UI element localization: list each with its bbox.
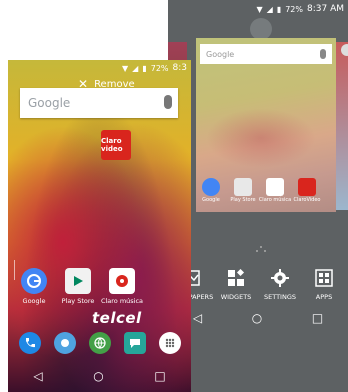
mini-app-label: Google (202, 197, 220, 203)
page-dots (256, 246, 266, 254)
battery-icon: ▮ (142, 63, 147, 73)
signal-icon: ◢ (132, 63, 139, 73)
battery-icon: ▮ (276, 4, 282, 14)
battery-percent: 72% (150, 63, 169, 73)
google-icon (21, 268, 47, 294)
home-button[interactable]: ○ (93, 369, 103, 383)
app-google[interactable]: Google (12, 268, 56, 305)
app-label: Play Store (61, 297, 95, 305)
google-logo: Google (28, 96, 71, 110)
settings-label: SETTINGS (263, 293, 296, 301)
nav-bar: ◁ ○ □ (8, 365, 191, 387)
clock: 8:37 AM (307, 4, 344, 14)
apps-label: APPS (315, 293, 333, 301)
play-store-icon (234, 178, 252, 196)
claro-musica-icon (109, 268, 135, 294)
mini-app-label: Claro música (258, 197, 292, 203)
widgets-label: WIDGETS (220, 293, 252, 301)
play-store-icon (65, 268, 91, 294)
mic-icon[interactable] (320, 49, 326, 59)
widgets-button[interactable]: WIDGETS (216, 268, 256, 310)
wallpaper-swirl (206, 108, 316, 168)
wifi-icon: ▼ (122, 63, 129, 73)
mini-app-row: Google Play Store Claro música ClaroVide… (168, 178, 348, 208)
back-button[interactable]: ◁ (33, 369, 42, 383)
telcel-logo: telcel (92, 309, 142, 327)
home-page-indicator[interactable] (250, 18, 272, 40)
widgets-icon (226, 268, 246, 288)
mini-app-claro-video[interactable]: ClaroVideo (293, 178, 321, 203)
globe-icon[interactable] (88, 332, 111, 354)
apps-button[interactable]: APPS (304, 268, 344, 310)
search-widget[interactable]: Google (200, 44, 332, 64)
recents-button[interactable]: □ (154, 369, 165, 383)
mic-icon[interactable] (164, 95, 172, 109)
status-bar: ▼ ◢ ▮ 72% 8:37 AM (168, 0, 348, 18)
mini-app-claro-musica[interactable]: Claro música (259, 178, 291, 203)
back-screen: ▼ ◢ ▮ 72% 8:37 AM Google Google Play Sto… (168, 0, 348, 392)
clock: 8:3 (172, 63, 187, 73)
app-play-store[interactable]: Play Store (56, 268, 100, 305)
dock (8, 330, 191, 356)
status-bar: ▼ ◢ ▮ 72% 8:3 (8, 60, 191, 76)
wifi-icon: ▼ (256, 4, 263, 14)
claro-video-label: Claro video (101, 137, 123, 153)
app-claro-musica[interactable]: Claro música (100, 268, 144, 305)
signal-icon: ◢ (266, 4, 273, 14)
claro-video-icon (298, 178, 316, 196)
mini-app-google[interactable]: Google (200, 178, 222, 203)
add-page-icon[interactable] (341, 44, 348, 56)
mini-app-label: ClaroVideo (293, 197, 321, 203)
app-label: Google (22, 297, 46, 305)
search-widget[interactable]: Google (20, 88, 178, 118)
claro-video-app-dragged[interactable]: Claro video (101, 130, 131, 160)
home-button[interactable]: ○ (252, 311, 262, 325)
edit-actions-bar: WALLPAPERS WIDGETS SETTINGS APPS (168, 268, 348, 310)
recents-button[interactable]: □ (312, 311, 323, 325)
mini-app-label: Play Store (230, 197, 256, 203)
telcel-icon[interactable] (53, 332, 76, 354)
settings-button[interactable]: SETTINGS (260, 268, 300, 310)
google-icon (202, 178, 220, 196)
claro-musica-icon (266, 178, 284, 196)
front-screen: ▼ ◢ ▮ 72% 8:3 ✕ Remove Google Claro vide… (8, 60, 191, 392)
app-row: Google Play Store Claro música (8, 268, 191, 308)
google-logo: Google (206, 49, 235, 59)
battery-percent: 72% (285, 4, 303, 14)
nav-bar: ◁ ○ □ (168, 305, 348, 331)
app-label: Claro música (100, 297, 144, 305)
apps-icon[interactable] (158, 332, 181, 354)
phone-icon[interactable] (18, 332, 41, 354)
back-button[interactable]: ◁ (193, 311, 202, 325)
mini-app-play-store[interactable]: Play Store (230, 178, 256, 203)
gear-icon (270, 268, 290, 288)
message-icon[interactable] (123, 332, 146, 354)
apps-icon (314, 268, 334, 288)
